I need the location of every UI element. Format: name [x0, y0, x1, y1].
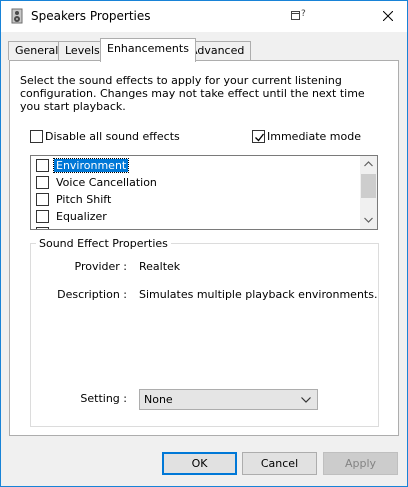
title-bar[interactable]: Speakers Properties ? — [1, 1, 407, 32]
effect-label: Voice Cancellation — [56, 176, 157, 189]
enhancements-description: Select the sound effects to apply for yo… — [20, 74, 365, 113]
effect-label: Equalizer — [56, 210, 107, 223]
effect-checkbox[interactable] — [36, 159, 49, 172]
effect-item-partial[interactable] — [35, 225, 355, 229]
scroll-down-button[interactable] — [360, 212, 377, 229]
tab-label: General — [15, 44, 59, 57]
tab-general[interactable]: General — [8, 41, 66, 60]
context-help-icon[interactable]: ? — [291, 8, 307, 22]
effect-checkbox[interactable] — [36, 176, 49, 189]
description-value: Simulates multiple playback environments… — [139, 288, 378, 301]
chevron-down-icon — [301, 397, 311, 403]
window-title: Speakers Properties — [31, 9, 151, 23]
scroll-thumb[interactable] — [361, 174, 376, 198]
setting-select[interactable]: None — [139, 389, 318, 410]
effect-checkbox[interactable] — [36, 210, 49, 223]
ok-button[interactable]: OK — [162, 452, 237, 475]
tab-enhancements[interactable]: Enhancements — [100, 38, 196, 62]
effect-item-equalizer[interactable]: Equalizer — [35, 208, 355, 224]
disable-all-label: Disable all sound effects — [45, 130, 180, 143]
effect-item-environment[interactable]: Environment — [35, 157, 355, 173]
effect-checkbox[interactable] — [36, 227, 49, 229]
group-title: Sound Effect Properties — [36, 237, 171, 250]
tab-label: Levels — [65, 44, 100, 57]
effect-item-pitch-shift[interactable]: Pitch Shift — [35, 191, 355, 207]
speakers-properties-window: Speakers Properties ? General Levels Enh… — [0, 0, 408, 487]
immediate-mode-checkbox[interactable] — [252, 130, 265, 143]
checkmark-icon — [255, 133, 265, 142]
apply-button[interactable]: Apply — [323, 452, 398, 475]
setting-selected-value: None — [144, 393, 173, 406]
close-icon — [383, 11, 393, 21]
description-label: Description : — [57, 288, 127, 301]
cancel-button[interactable]: Cancel — [242, 452, 317, 475]
tab-label: Enhancements — [107, 42, 189, 55]
svg-text:?: ? — [301, 9, 306, 19]
effect-label: Pitch Shift — [56, 193, 112, 206]
provider-label: Provider : — [74, 260, 128, 273]
chevron-up-icon — [364, 161, 373, 167]
immediate-mode-label: Immediate mode — [267, 130, 361, 143]
speaker-properties-icon — [9, 8, 25, 24]
effect-checkbox[interactable] — [36, 193, 49, 206]
tab-label: Advanced — [190, 44, 245, 57]
provider-value: Realtek — [139, 260, 181, 273]
effect-item-voice-cancellation[interactable]: Voice Cancellation — [35, 174, 355, 190]
setting-label: Setting : — [80, 392, 127, 405]
chevron-down-icon — [364, 217, 373, 223]
sound-effects-list[interactable]: Environment Voice Cancellation Pitch Shi… — [30, 155, 378, 230]
list-scrollbar[interactable] — [360, 156, 377, 229]
scroll-up-button[interactable] — [360, 156, 377, 173]
disable-all-checkbox[interactable] — [30, 130, 43, 143]
close-button[interactable] — [371, 3, 405, 29]
effect-label: Environment — [52, 158, 130, 173]
